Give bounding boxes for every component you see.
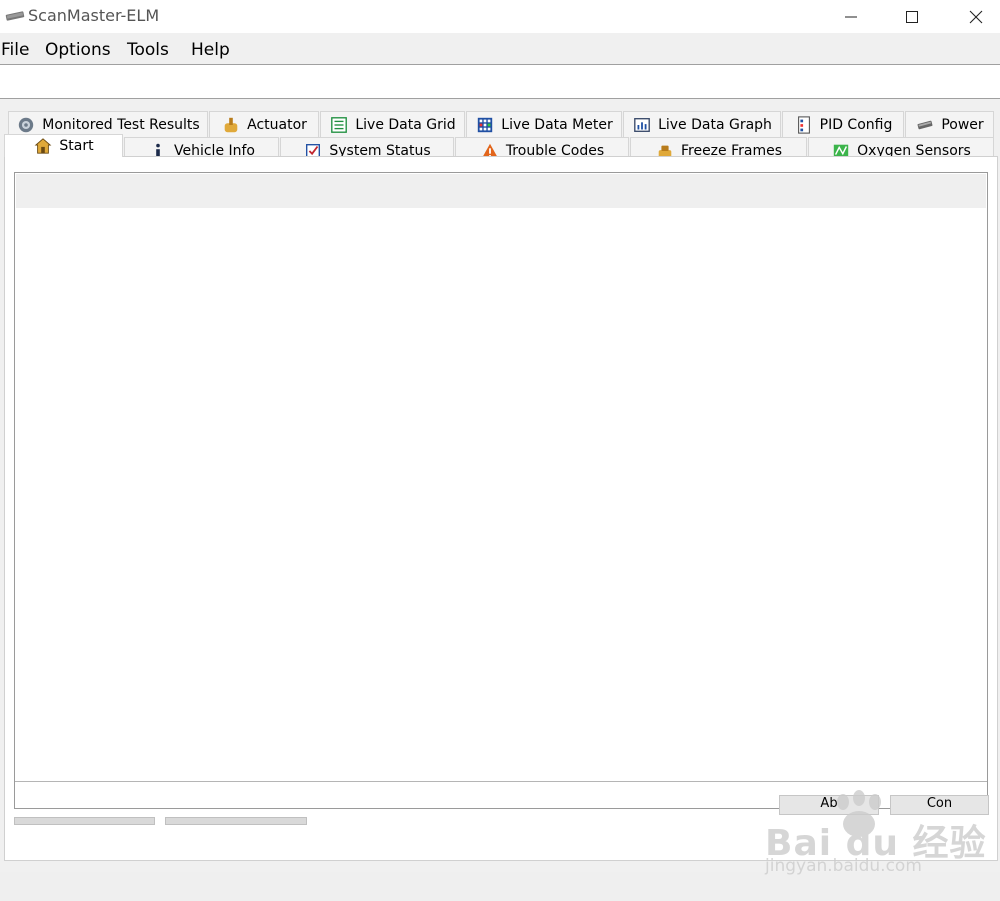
home-icon <box>34 138 52 154</box>
tab-label: Start <box>59 138 94 154</box>
progress-bar-right <box>165 817 307 825</box>
content-divider <box>15 781 987 782</box>
window-title: ScanMaster-ELM <box>28 6 160 25</box>
title-bar: ScanMaster-ELM <box>0 0 1000 33</box>
chip-icon <box>917 120 933 129</box>
tab-actuator[interactable]: Actuator <box>209 111 319 137</box>
tab-live-data-graph[interactable]: Live Data Graph <box>623 111 781 137</box>
close-button[interactable] <box>953 0 999 33</box>
actuator-icon <box>224 117 238 132</box>
tab-pid-config[interactable]: PID Config <box>782 111 904 137</box>
content-header <box>16 174 986 208</box>
tab-label: Live Data Graph <box>658 116 772 133</box>
menu-tools[interactable]: Tools <box>127 40 169 60</box>
tab-label: Live Data Meter <box>501 116 613 133</box>
grid-icon <box>331 116 348 133</box>
pid-config-icon <box>797 115 810 134</box>
watermark: Bai du 经验 jingyan.baidu.com <box>765 790 990 880</box>
tab-label: Power <box>941 116 984 133</box>
tab-label: Actuator <box>247 116 307 133</box>
content-box: Ab Con <box>14 172 989 815</box>
gear-icon <box>19 117 34 132</box>
maximize-button[interactable] <box>889 0 935 33</box>
tab-live-data-meter[interactable]: Live Data Meter <box>466 111 622 137</box>
graph-icon <box>634 117 650 132</box>
progress-bar-left <box>14 817 155 825</box>
tab-label: PID Config <box>819 116 893 133</box>
tab-start[interactable]: Start <box>4 134 123 157</box>
tab-label: Live Data Grid <box>355 116 456 133</box>
menu-options[interactable]: Options <box>45 40 111 60</box>
menu-bar: File Options Tools Help <box>0 37 1000 64</box>
tab-live-data-grid[interactable]: Live Data Grid <box>320 111 465 137</box>
meter-icon <box>478 117 493 132</box>
minimize-icon <box>845 16 857 17</box>
chip-icon <box>5 11 25 21</box>
tab-label: Monitored Test Results <box>42 116 200 133</box>
menu-help[interactable]: Help <box>191 40 230 60</box>
maximize-icon <box>906 10 918 23</box>
menu-file[interactable]: File <box>1 40 29 60</box>
watermark-url: jingyan.baidu.com <box>765 856 922 876</box>
close-icon <box>969 10 983 23</box>
minimize-button[interactable] <box>828 0 874 33</box>
toolbar-strip <box>0 64 1000 99</box>
tab-power[interactable]: Power <box>905 111 994 137</box>
